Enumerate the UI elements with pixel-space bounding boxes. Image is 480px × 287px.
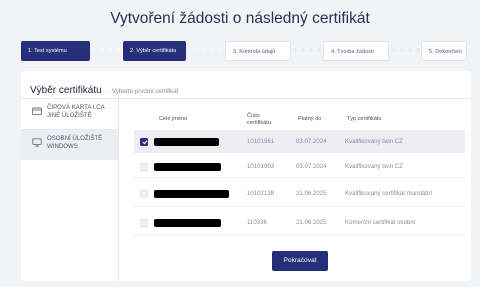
sidebar-item-label: ČIPOVÁ KARTA I.CA JINÉ ÚLOŽIŠTĚ (47, 104, 105, 120)
step-arrows: > > > > (193, 47, 223, 54)
card-icon (32, 107, 42, 116)
step-arrows: > > > > (92, 47, 122, 54)
sidebar-item-windows-store[interactable]: OSOBNÍ ÚLOŽIŠTĚ WINDOWS (21, 130, 118, 160)
card-title: Výběr certifikátu (30, 85, 102, 96)
cell-type: Kvalifikovaný twin CZ (345, 138, 403, 145)
row-checkbox[interactable] (140, 162, 148, 171)
page-title: Vytvoření žádosti o následný certifikát (110, 10, 370, 27)
cell-type: Komerční certifikát osobní (345, 219, 416, 226)
table-row[interactable]: 10102138 21.06.2025 Kvalifikovaný certif… (134, 180, 465, 207)
step-arrows: > > > > (293, 47, 323, 54)
certificate-selection-card: Výběr certifikátu - Vyberte prvotní cert… (21, 71, 471, 281)
cell-number: 10101961 (247, 138, 275, 145)
cell-type: Kvalifikovaný twin CZ (345, 163, 403, 170)
sidebar-item-smart-card[interactable]: ČIPOVÁ KARTA I.CA JINÉ ÚLOŽIŠTĚ (21, 99, 118, 130)
redacted-name (154, 162, 221, 171)
table-row[interactable]: 10101963 03.07.2024 Kvalifikovaný twin C… (134, 155, 465, 178)
row-checkbox[interactable] (140, 218, 148, 227)
cell-number: 10102138 (247, 190, 275, 197)
wizard-stepper: 1. Test systému > > > > 2. Výběr certifi… (21, 41, 467, 61)
column-header-valid-to: Platný do (298, 116, 322, 122)
cell-valid-to: 03.07.2024 (296, 163, 327, 170)
storage-sidebar: ČIPOVÁ KARTA I.CA JINÉ ÚLOŽIŠTĚ OSOBNÍ Ú… (21, 99, 119, 281)
redacted-name (154, 218, 221, 227)
sidebar-item-label: OSOBNÍ ÚLOŽIŠTĚ WINDOWS (47, 135, 103, 151)
step-label: 5. Dokončení (429, 49, 462, 55)
step-label: 4. Tvorba žádosti (331, 49, 374, 55)
step-create-request[interactable]: 4. Tvorba žádosti (323, 41, 389, 61)
table-row[interactable]: 10101961 03.07.2024 Kvalifikovaný twin C… (134, 130, 465, 153)
row-checkbox[interactable] (140, 137, 148, 146)
column-header-number: Číslo certifikátu (247, 113, 271, 126)
continue-button[interactable]: Pokračovat (272, 251, 328, 271)
step-arrows: > > > > (392, 47, 422, 54)
card-subtitle: - Vyberte prvotní certifikát (108, 88, 179, 95)
cell-valid-to: 21.06.2025 (296, 219, 327, 226)
redacted-name (154, 189, 229, 198)
cell-number: 110336 (247, 219, 267, 226)
step-check-data[interactable]: 3. Kontrola údajů (225, 41, 291, 61)
cell-valid-to: 03.07.2024 (296, 138, 327, 145)
step-label: 3. Kontrola údajů (233, 49, 276, 55)
step-label: 2. Výběr certifikátu (130, 48, 177, 54)
card-header: Výběr certifikátu - Vyberte prvotní cert… (30, 80, 178, 98)
table-header: Celé jméno Číslo certifikátu Platný do T… (136, 109, 461, 131)
monitor-icon (32, 138, 42, 147)
row-checkbox[interactable] (140, 189, 148, 198)
step-label: 1. Test systému (28, 48, 67, 54)
column-header-name: Celé jméno (159, 116, 188, 122)
cell-type: Kvalifikovaný certifikát mandátní (345, 190, 433, 197)
step-test-system[interactable]: 1. Test systému (21, 41, 90, 61)
table-row[interactable]: 110336 21.06.2025 Komerční certifikát os… (134, 209, 465, 236)
cell-number: 10101963 (247, 163, 275, 170)
column-header-type: Typ certifikátu (347, 116, 382, 122)
check-icon (142, 140, 147, 145)
cell-valid-to: 21.06.2025 (296, 190, 327, 197)
step-select-certificate[interactable]: 2. Výběr certifikátu (123, 41, 186, 61)
step-finish[interactable]: 5. Dokončení (421, 41, 467, 61)
redacted-name (154, 137, 219, 146)
